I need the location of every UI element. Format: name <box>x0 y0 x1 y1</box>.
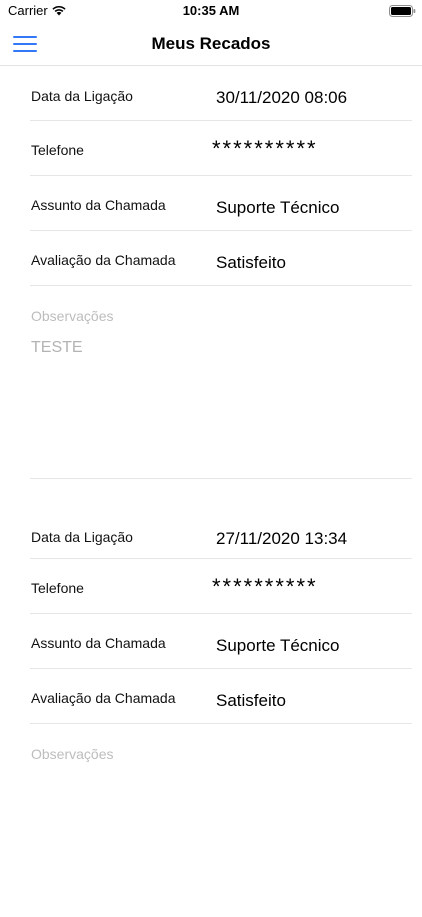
notes-field: Observações <box>30 724 412 917</box>
message-card: Data da Ligação 30/11/2020 08:06 Telefon… <box>0 66 422 479</box>
notes-label: Observações <box>31 308 114 324</box>
notes-label: Observações <box>31 746 114 762</box>
phone-label: Telefone <box>31 580 84 596</box>
status-bar: Carrier 10:35 AM <box>0 0 422 22</box>
status-time: 10:35 AM <box>182 3 240 18</box>
rating-row: Avaliação da Chamada Satisfeito <box>30 669 412 724</box>
messages-list[interactable]: Data da Ligação 30/11/2020 08:06 Telefon… <box>0 66 422 917</box>
phone-row: Telefone ********** <box>30 121 412 176</box>
notes-field: Observações TESTE <box>30 286 412 479</box>
navigation-bar: Meus Recados <box>0 22 422 66</box>
notes-value: TESTE <box>31 339 83 356</box>
phone-value: ********** <box>212 574 318 599</box>
page-title: Meus Recados <box>151 34 271 53</box>
rating-row: Avaliação da Chamada Satisfeito <box>30 231 412 286</box>
call-date-row: Data da Ligação 27/11/2020 13:34 <box>30 507 412 559</box>
call-date-value: 30/11/2020 08:06 <box>216 88 348 107</box>
phone-value: ********** <box>212 136 318 161</box>
rating-value: Satisfeito <box>216 253 286 272</box>
call-date-value: 27/11/2020 13:34 <box>216 529 348 548</box>
subject-row: Assunto da Chamada Suporte Técnico <box>30 176 412 231</box>
phone-label: Telefone <box>31 142 84 158</box>
call-date-label: Data da Ligação <box>31 88 133 104</box>
subject-value: Suporte Técnico <box>216 198 340 217</box>
rating-label: Avaliação da Chamada <box>31 252 176 268</box>
subject-row: Assunto da Chamada Suporte Técnico <box>30 614 412 669</box>
rating-value: Satisfeito <box>216 691 286 710</box>
subject-label: Assunto da Chamada <box>31 635 166 651</box>
subject-label: Assunto da Chamada <box>31 197 166 213</box>
message-card: Data da Ligação 27/11/2020 13:34 Telefon… <box>0 507 422 917</box>
battery-icon <box>389 5 416 17</box>
subject-value: Suporte Técnico <box>216 636 340 655</box>
card-separator <box>0 479 422 507</box>
call-date-row: Data da Ligação 30/11/2020 08:06 <box>30 66 412 121</box>
call-date-label: Data da Ligação <box>31 529 133 545</box>
phone-row: Telefone ********** <box>30 559 412 614</box>
rating-label: Avaliação da Chamada <box>31 690 176 706</box>
